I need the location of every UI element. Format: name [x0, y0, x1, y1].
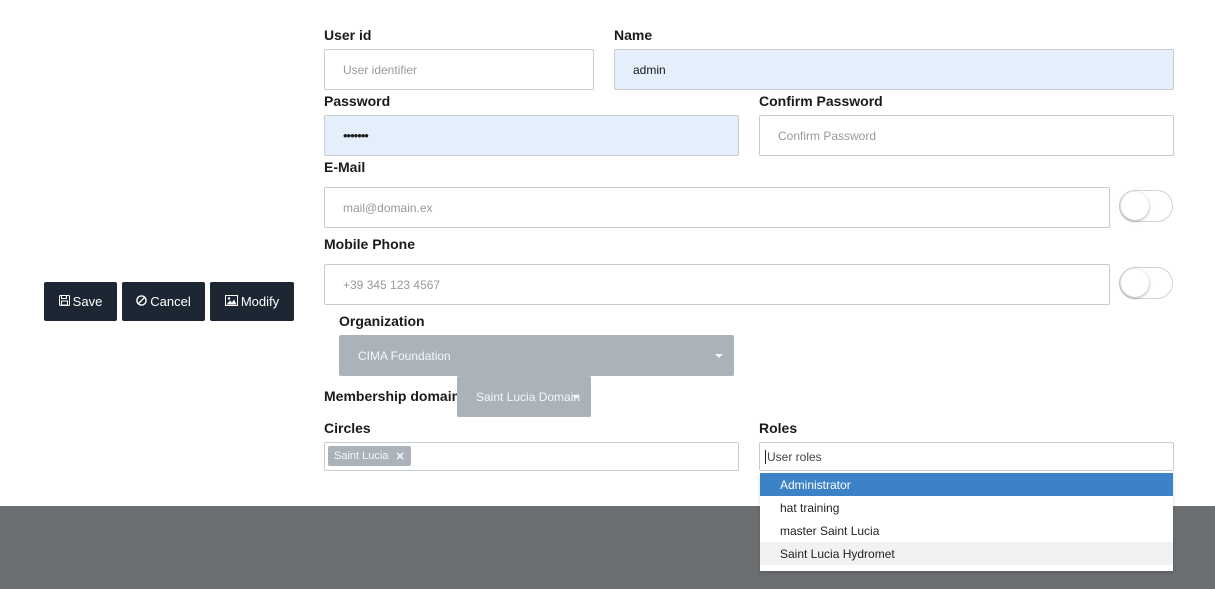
- membership-domain-label: Membership domain: [324, 388, 461, 404]
- organization-value: CIMA Foundation: [358, 348, 451, 363]
- circle-tag: Saint Lucia ✕: [328, 446, 411, 466]
- mobile-input[interactable]: +39 345 123 4567: [324, 264, 1110, 305]
- roles-input[interactable]: User roles: [759, 442, 1174, 471]
- membership-domain-value: Saint Lucia Domain: [476, 389, 581, 404]
- ban-icon: [136, 294, 148, 309]
- confirm-password-input[interactable]: Confirm Password: [759, 115, 1174, 156]
- user-id-input[interactable]: User identifier: [324, 49, 594, 90]
- close-icon[interactable]: ✕: [395, 450, 404, 463]
- roles-dropdown: Administrator hat training master Saint …: [760, 473, 1173, 571]
- modify-label: Modify: [240, 294, 280, 309]
- membership-domain-select[interactable]: Saint Lucia Domain: [457, 376, 591, 417]
- password-label: Password: [324, 93, 391, 109]
- roles-placeholder: User roles: [767, 449, 822, 464]
- email-placeholder: mail@domain.ex: [343, 200, 433, 215]
- password-value: •••••••: [343, 128, 369, 143]
- chevron-down-icon: [572, 395, 580, 399]
- role-option-master-saint-lucia[interactable]: master Saint Lucia: [760, 519, 1173, 542]
- modify-button[interactable]: Modify: [210, 282, 294, 321]
- organization-select[interactable]: CIMA Foundation: [339, 335, 734, 376]
- save-button[interactable]: Save: [44, 282, 117, 321]
- chevron-down-icon: [715, 354, 723, 358]
- mobile-toggle-knob: [1121, 269, 1149, 297]
- confirm-password-placeholder: Confirm Password: [778, 128, 877, 143]
- cancel-button[interactable]: Cancel: [122, 282, 205, 321]
- mobile-label: Mobile Phone: [324, 236, 415, 252]
- role-option-hat-training[interactable]: hat training: [760, 496, 1173, 519]
- name-value: admin: [633, 62, 666, 77]
- email-toggle-knob: [1121, 192, 1149, 220]
- user-id-label: User id: [324, 27, 372, 43]
- name-input[interactable]: admin: [614, 49, 1174, 90]
- mobile-placeholder: +39 345 123 4567: [343, 277, 441, 292]
- text-cursor: [765, 449, 766, 464]
- save-label: Save: [72, 294, 103, 309]
- floppy-disk-icon: [58, 294, 70, 309]
- name-label: Name: [614, 27, 653, 43]
- role-option-administrator[interactable]: Administrator: [760, 473, 1173, 496]
- cancel-label: Cancel: [150, 294, 191, 309]
- password-input[interactable]: •••••••: [324, 115, 739, 156]
- role-option-saint-lucia-hydromet[interactable]: Saint Lucia Hydromet: [760, 542, 1173, 565]
- image-icon: [224, 294, 238, 309]
- email-label: E-Mail: [324, 159, 366, 175]
- email-toggle[interactable]: [1119, 190, 1173, 222]
- circle-tag-label: Saint Lucia: [334, 450, 389, 462]
- user-id-placeholder: User identifier: [343, 62, 418, 77]
- mobile-toggle[interactable]: [1119, 267, 1173, 299]
- roles-label: Roles: [759, 420, 798, 436]
- email-input[interactable]: mail@domain.ex: [324, 187, 1110, 228]
- circles-label: Circles: [324, 420, 371, 436]
- organization-label: Organization: [339, 313, 425, 329]
- confirm-password-label: Confirm Password: [759, 93, 883, 109]
